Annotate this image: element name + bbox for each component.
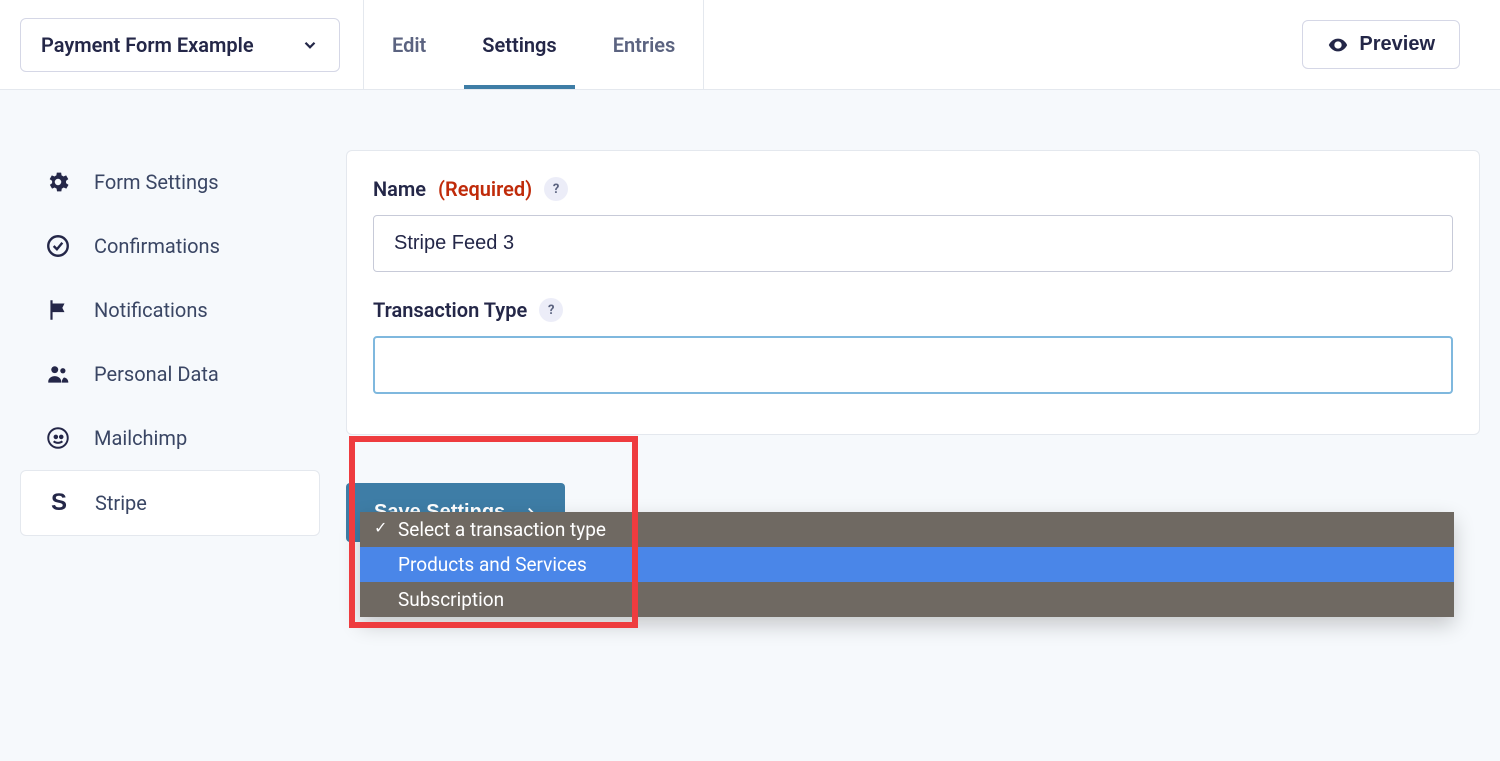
- gear-icon: [44, 168, 72, 196]
- sidebar-item-label: Form Settings: [94, 170, 219, 194]
- sidebar-item-label: Notifications: [94, 298, 208, 322]
- tabs: Edit Settings Entries: [364, 0, 704, 89]
- form-selector-dropdown[interactable]: Payment Form Example: [20, 18, 340, 72]
- dropdown-option-subscription[interactable]: Subscription: [360, 582, 1454, 617]
- sidebar-item-confirmations[interactable]: Confirmations: [20, 214, 320, 278]
- eye-icon: [1327, 34, 1349, 56]
- dropdown-option-placeholder[interactable]: Select a transaction type: [360, 512, 1454, 547]
- tab-edit[interactable]: Edit: [364, 0, 454, 89]
- transaction-type-field: Transaction Type ?: [373, 298, 1453, 394]
- main-panel-area: Name (Required) ? Transaction Type ? Sel…: [346, 150, 1480, 542]
- preview-area: Preview: [1302, 0, 1500, 89]
- users-icon: [44, 360, 72, 388]
- sidebar-item-label: Mailchimp: [94, 426, 187, 450]
- sidebar-item-label: Confirmations: [94, 234, 220, 258]
- preview-label: Preview: [1359, 33, 1435, 56]
- form-selector-label: Payment Form Example: [41, 33, 254, 57]
- top-bar: Payment Form Example Edit Settings Entri…: [0, 0, 1500, 90]
- stripe-icon: S: [45, 489, 73, 517]
- dropdown-option-products-services[interactable]: Products and Services: [360, 547, 1454, 582]
- name-field: Name (Required) ?: [373, 177, 1453, 272]
- preview-button[interactable]: Preview: [1302, 20, 1460, 69]
- help-icon[interactable]: ?: [539, 298, 563, 322]
- sidebar-item-personal-data[interactable]: Personal Data: [20, 342, 320, 406]
- transaction-type-dropdown: Select a transaction type Products and S…: [360, 512, 1454, 617]
- required-indicator: (Required): [438, 177, 532, 201]
- settings-sidebar: Form Settings Confirmations Notification…: [20, 150, 320, 536]
- sidebar-item-stripe[interactable]: S Stripe: [20, 470, 320, 536]
- sidebar-item-label: Stripe: [95, 491, 147, 515]
- form-selector-area: Payment Form Example: [0, 0, 364, 89]
- check-circle-icon: [44, 232, 72, 260]
- flag-icon: [44, 296, 72, 324]
- sidebar-item-mailchimp[interactable]: Mailchimp: [20, 406, 320, 470]
- sidebar-item-label: Personal Data: [94, 362, 219, 386]
- transaction-type-select[interactable]: [373, 336, 1453, 394]
- content-area: Form Settings Confirmations Notification…: [0, 90, 1500, 562]
- help-icon[interactable]: ?: [544, 177, 568, 201]
- tab-entries[interactable]: Entries: [585, 0, 704, 89]
- sidebar-item-notifications[interactable]: Notifications: [20, 278, 320, 342]
- tab-settings[interactable]: Settings: [454, 0, 584, 89]
- name-input[interactable]: [373, 215, 1453, 272]
- chevron-down-icon: [301, 36, 319, 54]
- settings-panel: Name (Required) ? Transaction Type ?: [346, 150, 1480, 435]
- transaction-type-label: Transaction Type: [373, 298, 527, 322]
- mailchimp-icon: [44, 424, 72, 452]
- name-label: Name: [373, 177, 426, 201]
- sidebar-item-form-settings[interactable]: Form Settings: [20, 150, 320, 214]
